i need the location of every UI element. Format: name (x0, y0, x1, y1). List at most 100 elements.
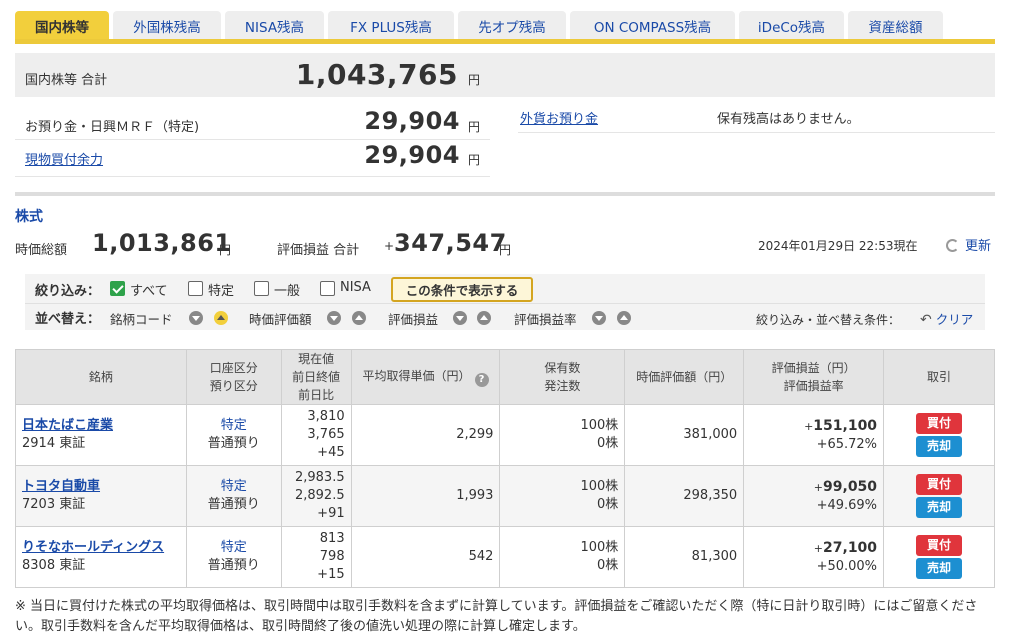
filter-ippan-checkbox[interactable] (254, 281, 269, 296)
timestamp: 2024年01月29日 22:53現在 (758, 239, 918, 253)
domestic-total-value: 1,043,765 (295, 58, 458, 91)
sort-pl-desc-icon[interactable] (453, 311, 467, 325)
filter-row: 絞り込み： すべて 特定 一般 NISA この条件で表示する (25, 274, 985, 304)
filter-all-checkbox[interactable] (110, 281, 125, 296)
fx-deposit-value: 保有残高はありません。 (717, 112, 860, 127)
clear-label: クリア (935, 312, 974, 327)
filter-nisa-label: NISA (340, 280, 371, 295)
tab-ideco[interactable]: iDeCo残高 (739, 11, 844, 41)
domestic-total-row: 国内株等 合計 1,043,765 円 (15, 53, 995, 97)
sort-row: 並べ替え： 銘柄コード 時価評価額 評価損益 評価損益率 絞り込み・並べ替え条件… (25, 304, 985, 330)
sort-label: 並べ替え： (35, 312, 101, 327)
table-row: りそなホールディングス 8308 東証 特定 普通預り 813 798 +15 542 … (15, 526, 995, 588)
yen-unit: 円 (467, 153, 480, 167)
trade-cell: 買付 売却 (883, 465, 995, 527)
tab-domestic-stocks[interactable]: 国内株等 (15, 11, 109, 41)
help-icon[interactable]: ? (474, 373, 489, 387)
section-divider (15, 192, 995, 196)
tab-on-compass[interactable]: ON COMPASS残高 (570, 11, 735, 41)
mrf-label: お預り金・日興ＭＲＦ（特定) (25, 120, 200, 135)
sell-button[interactable]: 売却 (916, 558, 963, 579)
pl-total-sign: + (384, 239, 395, 253)
avg-cost-cell: 542 (350, 526, 501, 588)
market-value-label: 時価総額 (15, 243, 68, 258)
header-price: 現在値 前日終値 前日比 (280, 349, 352, 405)
tab-futures-options[interactable]: 先オプ残高 (458, 11, 566, 41)
filter-tokutei-checkbox[interactable] (188, 281, 203, 296)
stock-name-link[interactable]: りそなホールディングス (22, 540, 164, 555)
buying-power-row: 現物買付余力 29,904 円 (15, 140, 490, 177)
header-trade: 取引 (883, 349, 995, 405)
tab-nisa[interactable]: NISA残高 (225, 11, 324, 41)
yen-unit: 円 (467, 120, 480, 134)
sort-pl-label: 評価損益 (388, 312, 439, 327)
filter-ippan-label: 一般 (274, 284, 301, 299)
price-cell: 3,810 3,765 +45 (280, 404, 352, 466)
pl-cell: +99,050 +49.69% (743, 465, 885, 527)
sort-market-value-desc-icon[interactable] (327, 311, 341, 325)
buy-button[interactable]: 買付 (916, 413, 963, 434)
trade-cell: 買付 売却 (883, 526, 995, 588)
clear-button[interactable]: ↶ クリア (920, 309, 973, 328)
sell-button[interactable]: 売却 (916, 497, 963, 518)
avg-cost-cell: 1,993 (350, 465, 501, 527)
account-type[interactable]: 特定 (221, 540, 247, 555)
tab-fx-plus[interactable]: FX PLUS残高 (328, 11, 454, 41)
filter-all-label: すべて (130, 284, 168, 299)
sell-button[interactable]: 売却 (916, 436, 963, 457)
refresh-icon (946, 239, 959, 252)
buy-button[interactable]: 買付 (916, 535, 963, 556)
stock-name-cell: りそなホールディングス 8308 東証 (15, 526, 187, 588)
header-avg-cost: 平均取得単価（円）? (350, 349, 501, 405)
account-cell: 特定 普通預り (185, 465, 282, 527)
market-value: 1,013,861 (92, 229, 232, 257)
buy-button[interactable]: 買付 (916, 474, 963, 495)
quantity-cell: 100株 0株 (499, 465, 626, 527)
avg-cost-cell: 2,299 (350, 404, 501, 466)
sort-pl-rate-asc-icon[interactable] (617, 311, 631, 325)
header-account: 口座区分 預り区分 (185, 349, 282, 405)
yen-unit: 円 (219, 243, 232, 257)
stock-name-link[interactable]: 日本たばこ産業 (22, 418, 113, 433)
stock-name-cell: 日本たばこ産業 2914 東証 (15, 404, 187, 466)
sort-code-desc-icon[interactable] (189, 311, 203, 325)
buying-power-link[interactable]: 現物買付余力 (25, 149, 103, 168)
trade-cell: 買付 売却 (883, 404, 995, 466)
sort-market-value-label: 時価評価額 (249, 312, 312, 327)
filter-label: 絞り込み： (35, 284, 101, 299)
market-value-cell: 381,000 (624, 404, 745, 466)
tab-total-assets[interactable]: 資産総額 (848, 11, 943, 41)
account-cell: 特定 普通預り (185, 526, 282, 588)
filter-tokutei-label: 特定 (208, 284, 235, 299)
yen-unit: 円 (499, 243, 512, 257)
header-market-value: 時価評価額（円） (624, 349, 745, 405)
mrf-value: 29,904 (364, 107, 460, 135)
fx-deposit-link[interactable]: 外貨お預り金 (520, 108, 598, 127)
sort-pl-rate-desc-icon[interactable] (592, 311, 606, 325)
sort-market-value-asc-icon[interactable] (352, 311, 366, 325)
undo-icon: ↶ (920, 312, 932, 328)
stocks-section-title: 株式 (15, 209, 43, 225)
filter-nisa-checkbox[interactable] (320, 281, 335, 296)
account-type[interactable]: 特定 (221, 418, 247, 433)
yen-unit: 円 (467, 73, 480, 87)
header-name[interactable]: 銘柄 (15, 349, 187, 405)
deposit-type: 普通預り (207, 558, 260, 573)
footnote: ※ 当日に買付けた株式の平均取得価格は、取引時間中は取引手数料を含まずに計算して… (15, 599, 978, 634)
stock-code: 2914 東証 (22, 436, 86, 451)
pl-cell: +27,100 +50.00% (743, 526, 885, 588)
tab-foreign-stocks[interactable]: 外国株残高 (113, 11, 221, 41)
account-tabs: 国内株等 外国株残高 NISA残高 FX PLUS残高 先オプ残高 ON COM… (15, 11, 947, 41)
domestic-total-label: 国内株等 合計 (25, 73, 108, 88)
market-value-cell: 81,300 (624, 526, 745, 588)
buying-power-value: 29,904 (364, 141, 460, 169)
sort-pl-asc-icon[interactable] (477, 311, 491, 325)
account-type[interactable]: 特定 (221, 479, 247, 494)
mrf-row: お預り金・日興ＭＲＦ（特定) 29,904 円 (15, 103, 490, 140)
sort-pl-rate-label: 評価損益率 (514, 312, 577, 327)
stock-name-link[interactable]: トヨタ自動車 (22, 479, 100, 494)
apply-filter-button[interactable]: この条件で表示する (391, 277, 533, 302)
refresh-button[interactable]: 更新 (946, 235, 991, 254)
sort-code-asc-icon[interactable] (214, 311, 228, 325)
tab-underline (15, 39, 995, 44)
